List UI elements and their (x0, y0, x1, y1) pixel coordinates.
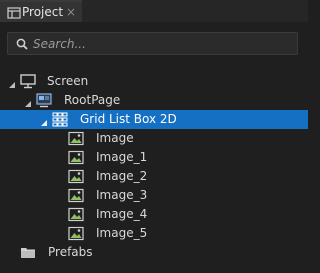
tree-item-label: Prefabs (48, 245, 93, 259)
image-icon (68, 131, 84, 146)
tree-item-label: Image_3 (96, 188, 148, 202)
tree-item-label: RootPage (64, 93, 121, 107)
tree-item-screen[interactable]: Screen (0, 72, 308, 91)
tree-item-rootpage[interactable]: RootPage (0, 91, 308, 110)
close-icon[interactable]: × (66, 5, 76, 19)
tab-title: Project (22, 5, 64, 19)
folder-icon (20, 245, 36, 260)
project-icon (7, 6, 21, 20)
tree-item-grid-list-box-2d[interactable]: Grid List Box 2D (0, 110, 308, 129)
image-icon (68, 169, 84, 184)
tree-item-label: Image_1 (96, 150, 148, 164)
tree-item-image[interactable]: Image (0, 129, 308, 148)
expand-arrow-icon[interactable] (24, 97, 32, 107)
search-input[interactable] (33, 35, 283, 52)
tree-item-label: Image_4 (96, 207, 148, 221)
tree-item-image[interactable]: Image_1 (0, 148, 308, 167)
tree-item-label: Grid List Box 2D (80, 112, 177, 126)
tree-item-image[interactable]: Image_3 (0, 186, 308, 205)
tree-item-image[interactable]: Image_4 (0, 205, 308, 224)
grid-list-box-icon (52, 112, 68, 127)
screen-icon (20, 74, 36, 89)
page-icon (36, 93, 52, 108)
image-icon (68, 150, 84, 165)
tree-item-prefabs[interactable]: Prefabs (0, 243, 308, 262)
tree-item-label: Screen (47, 74, 89, 88)
search-box[interactable] (7, 32, 298, 55)
expand-arrow-icon[interactable] (8, 78, 16, 88)
tree-item-image[interactable]: Image_5 (0, 224, 308, 243)
search-icon (16, 38, 28, 50)
expand-arrow-icon[interactable] (40, 116, 48, 126)
image-icon (68, 226, 84, 241)
tree-item-label: Image_5 (96, 226, 148, 240)
tree-item-image[interactable]: Image_2 (0, 167, 308, 186)
tree-item-label: Image (96, 131, 134, 145)
tab-bar: Project × (0, 0, 308, 22)
image-icon (68, 188, 84, 203)
tab-project[interactable]: Project × (0, 0, 82, 22)
project-panel: Screen RootPage (0, 22, 308, 273)
tree-item-label: Image_2 (96, 169, 148, 183)
image-icon (68, 207, 84, 222)
